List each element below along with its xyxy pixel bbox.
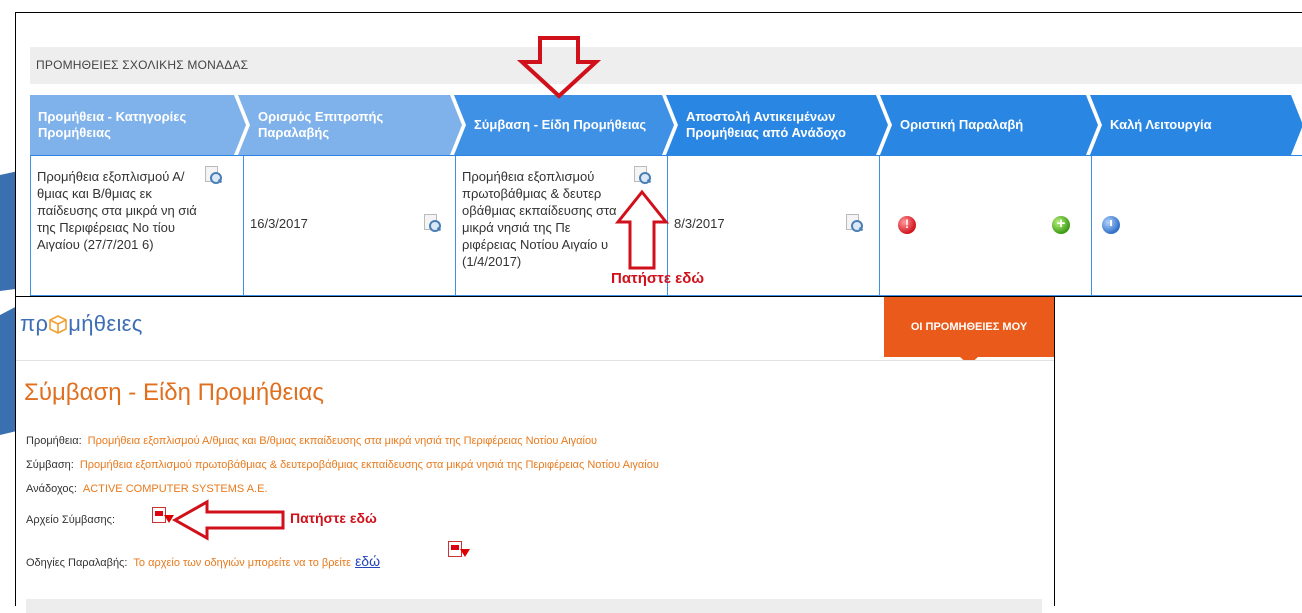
contract-details: Σύμβαση - Είδη Προμήθειας Προμήθεια: Προμ… bbox=[16, 360, 1054, 613]
contract-row: Σύμβαση: Προμήθεια εξοπλισμού πρωτοβάθμια… bbox=[26, 459, 659, 471]
click-here-note-bottom: Πατήστε εδώ bbox=[290, 510, 377, 526]
shipment-date: 8/3/2017 bbox=[674, 216, 725, 231]
procurement-value: Προμήθεια εξοπλισμού Α/θμιας και Β/θμιας… bbox=[87, 435, 598, 447]
procurement-text: Προμήθεια εξοπλισμού Α/θμιας και Β/θμιας… bbox=[37, 169, 197, 252]
page-title: Σύμβαση - Είδη Προμήθειας bbox=[24, 379, 324, 406]
nav-my-procurements[interactable]: ΟΙ ΠΡΟΜΗΘΕΙΕΣ ΜΟΥ bbox=[884, 297, 1054, 365]
step-contract[interactable]: Σύμβαση - Είδη Προμήθειας bbox=[454, 95, 674, 155]
zoom-icon[interactable] bbox=[844, 214, 864, 232]
error-icon[interactable] bbox=[898, 216, 916, 234]
footer-bar bbox=[26, 599, 1042, 613]
contractor-label: Ανάδοχος: bbox=[26, 483, 77, 495]
pdf-download-icon[interactable] bbox=[152, 507, 174, 527]
instructions-link[interactable]: εδώ bbox=[355, 553, 380, 569]
down-arrow-icon bbox=[516, 36, 602, 99]
instructions-row: Οδηγίες Παραλαβής: Το αρχείο των οδηγιών … bbox=[26, 553, 380, 569]
contractor-value: ACTIVE COMPUTER SYSTEMS A.E. bbox=[82, 483, 268, 495]
pdf-download-icon[interactable] bbox=[448, 541, 470, 561]
logo-text-right: μήθειες bbox=[68, 311, 143, 336]
contract-value: Προμήθεια εξοπλισμού πρωτοβάθμιας & δευτ… bbox=[79, 459, 659, 471]
contract-file-row: Αρχείο Σύμβασης: bbox=[26, 514, 115, 526]
section-title: ΠΡΟΜΗΘΕΙΕΣ ΣΧΟΛΙΚΗΣ ΜΟΝΑΔΑΣ bbox=[36, 58, 249, 72]
app-logo: πρ μήθειες bbox=[20, 311, 143, 337]
left-arrow-icon bbox=[171, 499, 285, 541]
step-final-receipt[interactable]: Οριστική Παραλαβή bbox=[880, 95, 1098, 155]
cell-final-receipt bbox=[880, 156, 1092, 296]
add-icon[interactable] bbox=[1052, 215, 1070, 234]
cell-committee: 16/3/2017 bbox=[244, 156, 456, 296]
step-shipment[interactable]: Αποστολή Αντικειμένων Προμήθειας από Ανά… bbox=[666, 95, 888, 155]
zoom-icon[interactable] bbox=[632, 166, 652, 184]
instructions-label: Οδηγίες Παραλαβής: bbox=[26, 557, 128, 569]
contract-label: Σύμβαση: bbox=[26, 459, 74, 471]
cell-procurement: Προμήθεια εξοπλισμού Α/θμιας και Β/θμιας… bbox=[30, 156, 244, 296]
clock-icon[interactable] bbox=[1102, 216, 1120, 234]
up-arrow-icon bbox=[614, 189, 670, 270]
step-procurement-categories[interactable]: Προμήθεια - Κατηγορίες Προμήθειας bbox=[30, 95, 246, 155]
instructions-value: Το αρχείο των οδηγιών μπορείτε να το βρε… bbox=[133, 557, 352, 569]
step-committee[interactable]: Ορισμός Επιτροπής Παραλαβής bbox=[238, 95, 462, 155]
step-good-operation[interactable]: Καλή Λειτουργία bbox=[1090, 95, 1302, 155]
contractor-row: Ανάδοχος: ACTIVE COMPUTER SYSTEMS A.E. bbox=[26, 483, 268, 495]
committee-date: 16/3/2017 bbox=[250, 216, 308, 231]
procurement-label: Προμήθεια: bbox=[26, 435, 82, 447]
zoom-icon[interactable] bbox=[203, 166, 223, 184]
logo-text-left: πρ bbox=[20, 311, 49, 336]
contract-file-label: Αρχείο Σύμβασης: bbox=[26, 514, 115, 526]
zoom-icon[interactable] bbox=[422, 214, 442, 232]
wizard-steps: Προμήθεια - Κατηγορίες Προμήθειας Ορισμό… bbox=[30, 95, 1302, 155]
click-here-note-top: Πατήστε εδώ bbox=[611, 270, 705, 287]
logo-box-icon bbox=[49, 315, 68, 334]
app-panel: πρ μήθειες ΟΙ ΠΡΟΜΗΘΕΙΕΣ ΜΟΥ Σύμβαση - Εί… bbox=[15, 297, 1055, 613]
contract-text: Προμήθεια εξοπλισμού πρωτοβάθμιας & δευτ… bbox=[462, 169, 617, 269]
procurement-row: Προμήθεια: Προμήθεια εξοπλισμού Α/θμιας κ… bbox=[26, 435, 597, 447]
section-header: ΠΡΟΜΗΘΕΙΕΣ ΣΧΟΛΙΚΗΣ ΜΟΝΑΔΑΣ bbox=[30, 47, 1302, 84]
cell-good-operation bbox=[1092, 156, 1302, 296]
